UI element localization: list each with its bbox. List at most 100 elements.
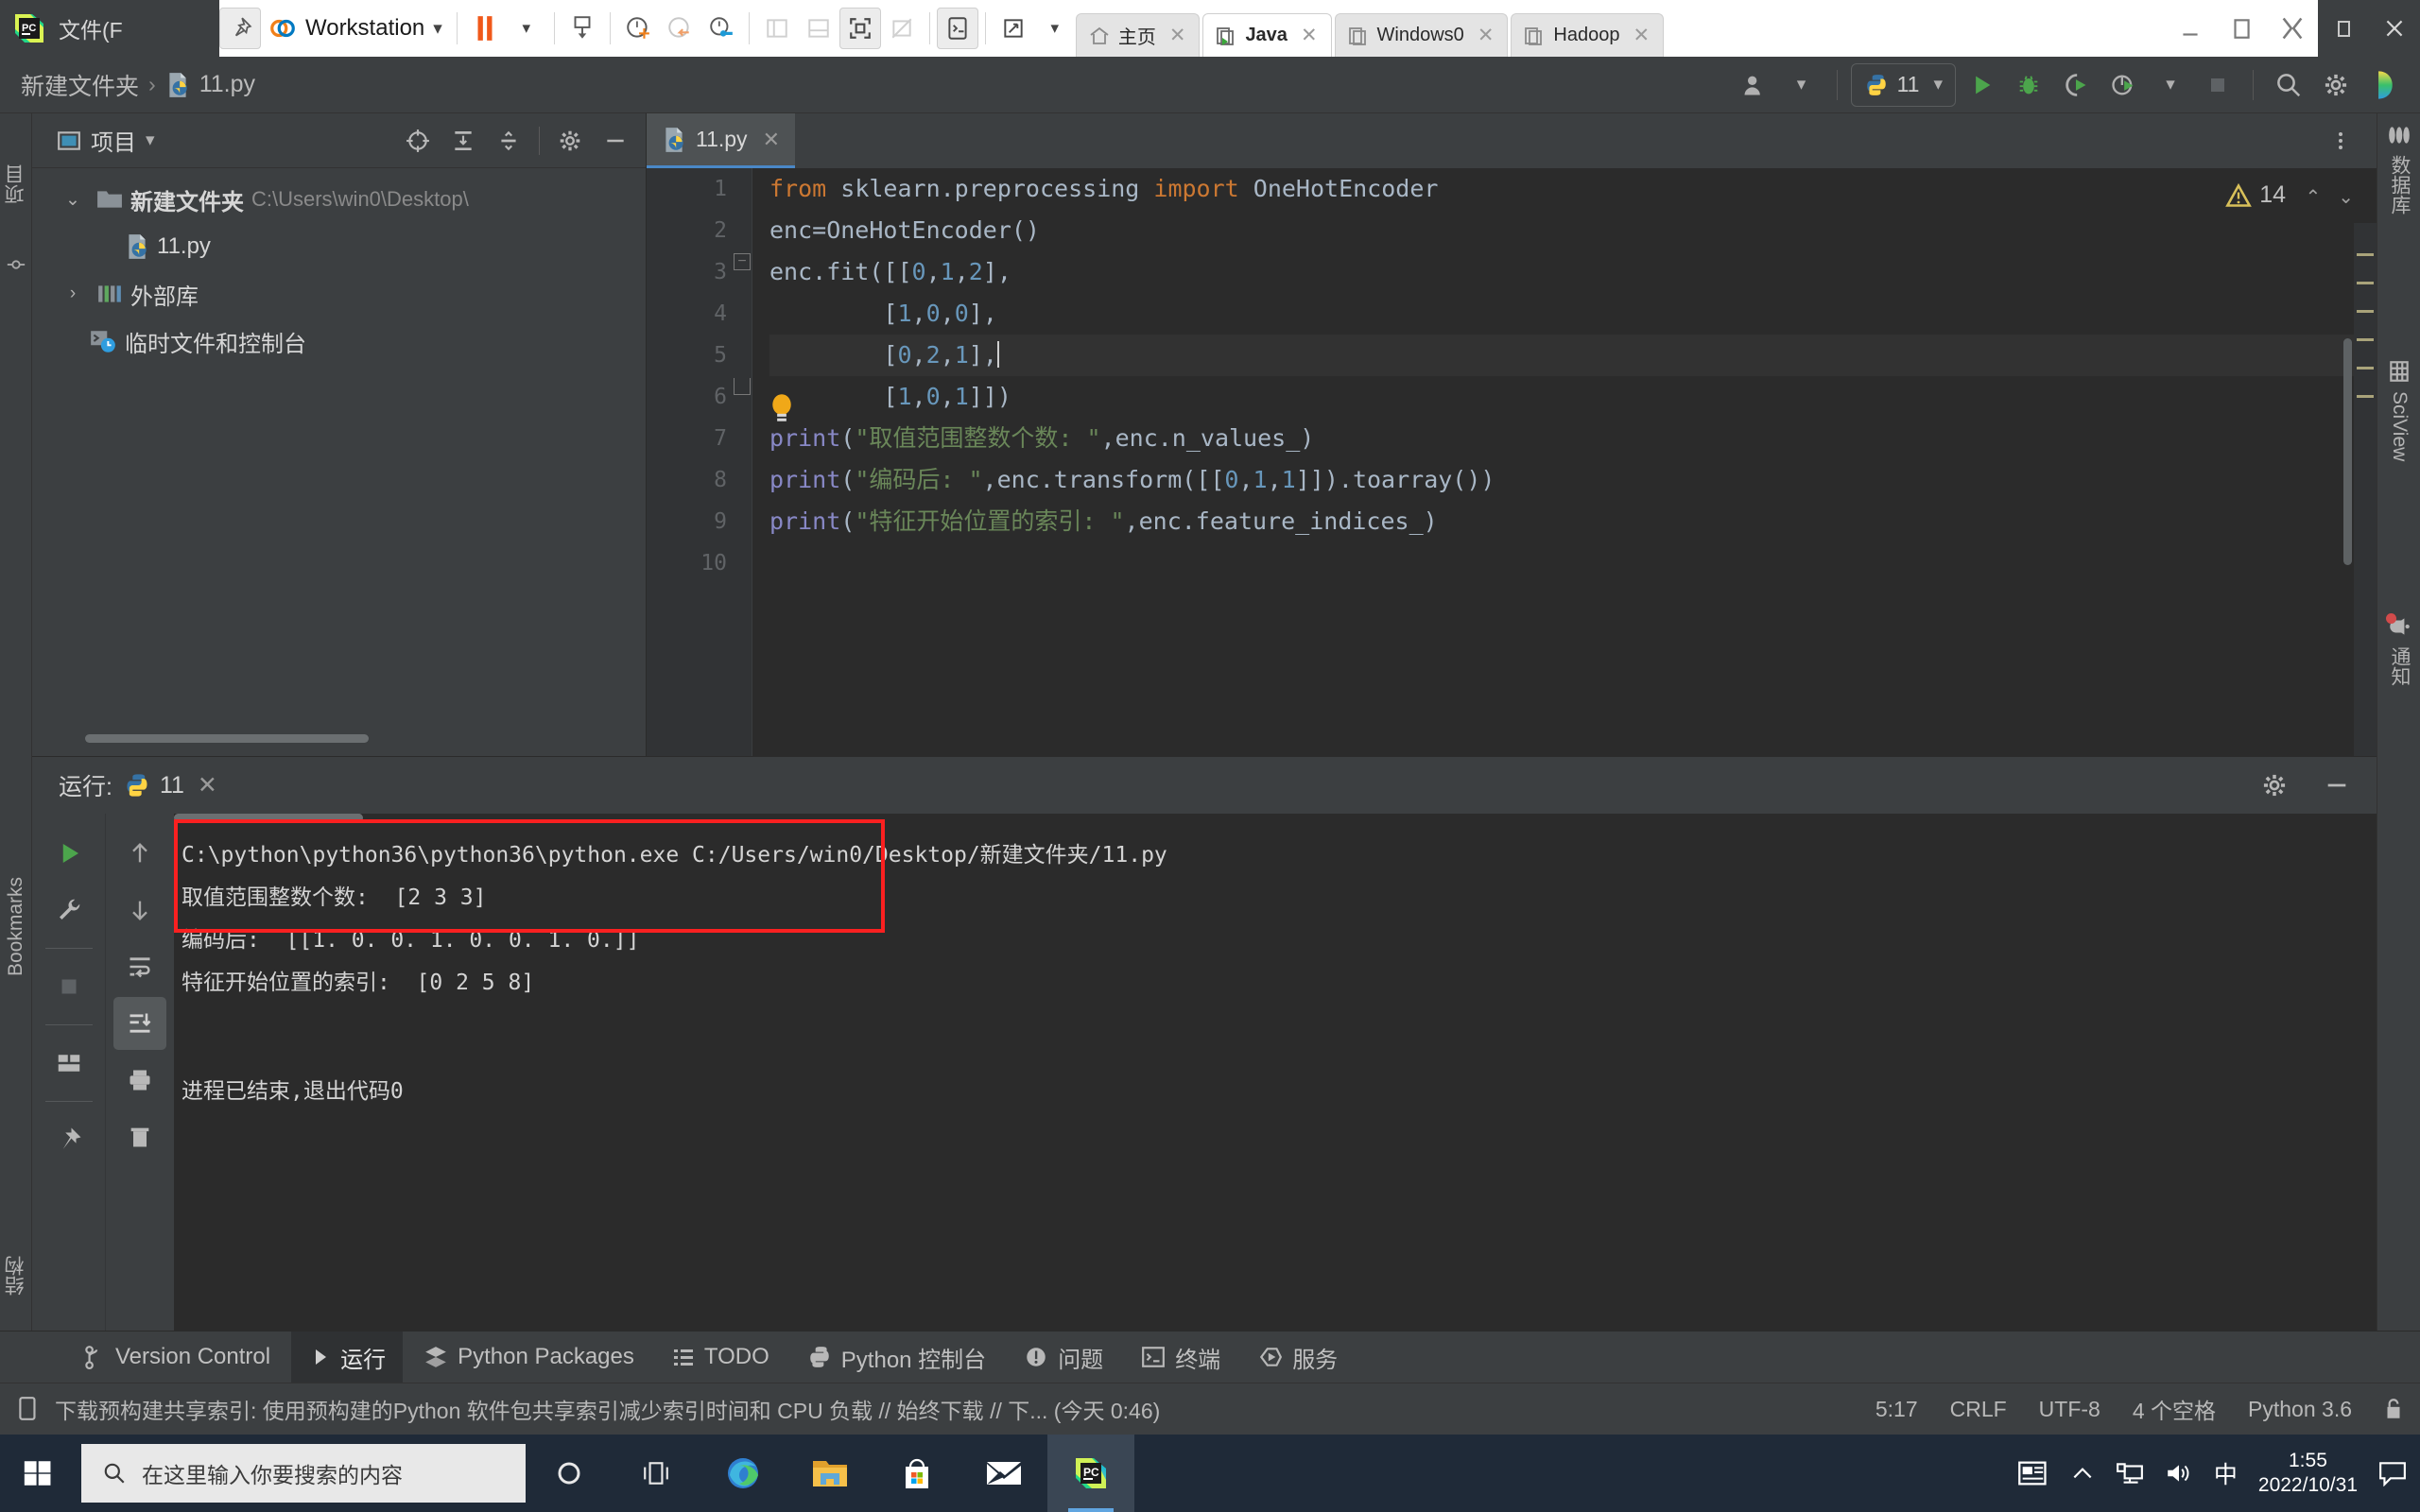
minimize-icon[interactable]	[2310, 759, 2363, 812]
vmware-file-menu[interactable]: 文件(F	[59, 12, 123, 44]
close-icon[interactable]: ✕	[1478, 24, 1495, 47]
chevron-down-icon[interactable]: ⌄	[57, 189, 89, 211]
revert-snapshot-icon[interactable]	[659, 8, 700, 49]
code-line[interactable]: [1,0,0],	[769, 293, 2377, 335]
close-button[interactable]	[2369, 0, 2420, 57]
down-icon[interactable]	[113, 884, 166, 936]
expand-all-icon[interactable]	[442, 120, 484, 162]
inspection-warning-badge[interactable]: 14	[2225, 181, 2286, 209]
sidebar-item-bookmarks[interactable]: Bookmarks	[0, 832, 32, 1021]
code-line[interactable]: enc.fit([[0,1,2],	[769, 251, 2377, 293]
chevron-down-icon[interactable]: ▾	[146, 129, 155, 151]
run-session-tab[interactable]: 11 ✕	[124, 771, 217, 799]
vmware-tab-java[interactable]: Java ✕	[1202, 13, 1332, 57]
suspend-icon[interactable]	[464, 8, 506, 49]
sidebar-item-project[interactable]: 项目	[0, 123, 32, 246]
tab-problems[interactable]: 问题	[1007, 1332, 1120, 1383]
console-icon[interactable]	[936, 8, 978, 49]
code-line[interactable]: enc=OneHotEncoder()	[769, 210, 2377, 251]
run-configuration-selector[interactable]: 11 ▾	[1850, 62, 1956, 107]
ime-indicator[interactable]: 中	[2214, 1456, 2238, 1490]
close-icon[interactable]: ✕	[198, 771, 217, 799]
tab-run[interactable]: 运行	[291, 1331, 404, 1383]
show-bottom-panel-icon[interactable]	[798, 8, 839, 49]
status-message[interactable]: 下载预构建共享索引: 使用预构建的Python 软件包共享索引减少索引时间和 C…	[55, 1393, 1160, 1425]
interpreter-setting[interactable]: Python 3.6	[2248, 1397, 2352, 1422]
pin-icon[interactable]	[219, 8, 261, 49]
show-left-panel-icon[interactable]	[756, 8, 798, 49]
file-explorer-icon[interactable]	[786, 1435, 873, 1512]
debug-icon[interactable]	[2007, 63, 2050, 107]
code-editor[interactable]: 1 2 3 4 5 6 7 8 9 10 − from sklearn.prep…	[647, 168, 2377, 811]
code-content[interactable]: from sklearn.preprocessing import OneHot…	[752, 168, 2377, 756]
console-output[interactable]: C:\python\python36\python36\python.exe C…	[174, 814, 2377, 1332]
user-icon[interactable]	[1733, 63, 1776, 107]
code-line[interactable]: print("编码后: ",enc.transform([[0,1,1]]).t…	[769, 459, 2377, 501]
snapshot-manager-icon[interactable]	[700, 8, 742, 49]
stretch-dropdown-icon[interactable]: ▾	[1034, 8, 1076, 49]
sidebar-item-database[interactable]: 数据库	[2377, 123, 2420, 293]
close-icon[interactable]: ✕	[1169, 24, 1186, 47]
vmware-tab-hadoop[interactable]: Hadoop ✕	[1511, 13, 1665, 57]
sidebar-item-sciview[interactable]: SciView	[2377, 359, 2420, 558]
take-snapshot-icon[interactable]	[617, 8, 659, 49]
code-line[interactable]: from sklearn.preprocessing import OneHot…	[769, 168, 2377, 210]
profile-icon[interactable]	[2101, 63, 2145, 107]
tree-node-external-libraries[interactable]: › 外部库	[32, 270, 646, 318]
code-line[interactable]	[769, 542, 2377, 584]
updates-icon[interactable]	[2361, 63, 2405, 107]
lightbulb-icon[interactable]	[768, 393, 796, 421]
tab-todo[interactable]: TODO	[655, 1332, 786, 1383]
clock[interactable]: 1:55 2022/10/31	[2258, 1449, 2358, 1499]
coverage-icon[interactable]	[2054, 63, 2098, 107]
tab-python-packages[interactable]: Python Packages	[406, 1332, 651, 1383]
code-line[interactable]: [1,0,1]])	[769, 376, 2377, 418]
tree-node-folder[interactable]: ⌄ 新建文件夹 C:\Users\win0\Desktop\	[32, 176, 646, 223]
chevron-down-icon[interactable]: ▾	[1933, 74, 1943, 95]
network-icon[interactable]	[2116, 1461, 2144, 1486]
chevron-down-icon[interactable]: ▾	[433, 18, 442, 40]
maximize-button[interactable]	[2267, 0, 2318, 57]
fullscreen-icon[interactable]	[838, 8, 881, 49]
edge-icon[interactable]	[700, 1435, 786, 1512]
sidebar-item-structure[interactable]: 结构	[0, 1228, 32, 1323]
tab-terminal[interactable]: 终端	[1124, 1332, 1237, 1383]
snapshot-icon[interactable]	[562, 8, 603, 49]
unity-mode-icon[interactable]	[881, 8, 923, 49]
console-horizontal-scrollbar[interactable]	[174, 814, 363, 822]
code-line[interactable]: print("特征开始位置的索引: ",enc.feature_indices_…	[769, 501, 2377, 542]
wrench-icon[interactable]	[43, 884, 95, 936]
editor-tab-11py[interactable]: 11.py ✕	[647, 113, 795, 168]
restore-button[interactable]	[2216, 0, 2267, 57]
volume-icon[interactable]	[2165, 1461, 2193, 1486]
cortana-icon[interactable]	[526, 1435, 613, 1512]
sidebar-item-notifications[interactable]: 通知	[2377, 613, 2420, 756]
search-icon[interactable]	[2267, 63, 2310, 107]
more-vertical-icon[interactable]	[2320, 120, 2361, 162]
restore-down-button[interactable]	[2318, 0, 2369, 57]
soft-wrap-icon[interactable]	[113, 940, 166, 993]
close-icon[interactable]: ✕	[1301, 24, 1318, 47]
microsoft-store-icon[interactable]	[873, 1435, 960, 1512]
run-icon[interactable]	[1960, 63, 2003, 107]
close-icon[interactable]: ✕	[1633, 24, 1650, 47]
breadcrumb-file[interactable]: 11.py	[199, 71, 255, 98]
editor-vertical-scrollbar[interactable]	[2343, 338, 2352, 565]
windows-start-icon[interactable]	[0, 1435, 76, 1512]
tree-node-scratches[interactable]: 临时文件和控制台	[32, 318, 646, 365]
file-encoding[interactable]: UTF-8	[2039, 1397, 2100, 1422]
code-line[interactable]: print("取值范围整数个数: ",enc.n_values_)	[769, 418, 2377, 459]
trash-icon[interactable]	[113, 1110, 166, 1163]
tab-services[interactable]: 服务	[1241, 1332, 1355, 1383]
mail-icon[interactable]	[960, 1435, 1047, 1512]
workspace-selector[interactable]: Workstation ▾	[261, 14, 450, 43]
gear-icon[interactable]	[2248, 759, 2301, 812]
stretch-guest-icon[interactable]	[993, 8, 1034, 49]
user-dropdown-icon[interactable]: ▾	[1780, 63, 1824, 107]
suspend-dropdown-icon[interactable]: ▾	[506, 8, 547, 49]
profile-dropdown-icon[interactable]: ▾	[2149, 63, 2192, 107]
search-input[interactable]: 在这里输入你要搜索的内容	[81, 1444, 526, 1503]
code-line[interactable]: [0,2,1],	[769, 335, 2377, 376]
line-separator[interactable]: CRLF	[1950, 1397, 2007, 1422]
sidebar-item-commit[interactable]	[0, 246, 32, 284]
